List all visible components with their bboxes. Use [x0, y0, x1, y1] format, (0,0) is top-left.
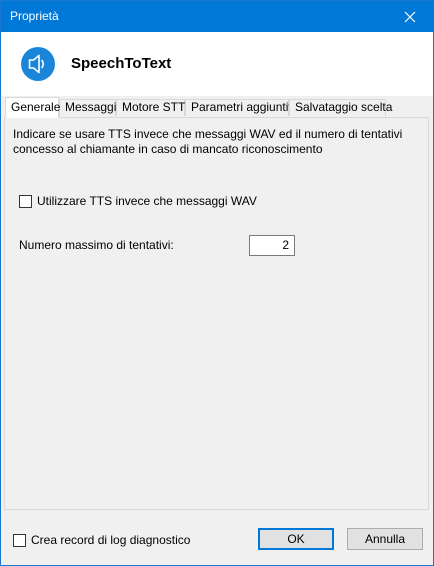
max-attempts-label: Numero massimo di tentativi: — [19, 238, 174, 252]
cancel-button[interactable]: Annulla — [347, 528, 423, 550]
use-tts-label: Utilizzare TTS invece che messaggi WAV — [37, 194, 257, 208]
tab-messaggi[interactable]: Messaggi — [59, 99, 116, 116]
ok-button[interactable]: OK — [258, 528, 334, 550]
description-text: Indicare se usare TTS invece che messagg… — [13, 127, 403, 156]
close-icon — [404, 11, 416, 22]
diagnostic-log-label: Crea record di log diagnostico — [31, 533, 191, 547]
diagnostic-log-checkbox[interactable] — [13, 533, 26, 547]
properties-dialog: Proprietà SpeechToText Generale Messaggi… — [0, 0, 434, 566]
app-name: SpeechToText — [71, 55, 172, 72]
speaker-icon — [21, 47, 55, 81]
max-attempts-input[interactable]: 2 — [249, 235, 295, 256]
diagnostic-log-option[interactable]: Crea record di log diagnostico — [13, 533, 190, 547]
tab-generale[interactable]: Generale — [5, 97, 60, 118]
dialog-header: SpeechToText — [1, 32, 433, 96]
use-tts-checkbox[interactable] — [19, 194, 32, 208]
tab-parametri-aggiuntivi[interactable]: Parametri aggiuntivi — [185, 99, 297, 116]
close-button[interactable] — [387, 1, 433, 32]
title-bar[interactable]: Proprietà — [1, 1, 433, 32]
window-title: Proprietà — [10, 9, 59, 23]
tab-salvataggio-scelta[interactable]: Salvataggio scelta — [289, 99, 392, 116]
use-tts-option[interactable]: Utilizzare TTS invece che messaggi WAV — [19, 194, 257, 208]
tab-motore-stt[interactable]: Motore STT — [116, 99, 185, 116]
tab-panel-generale: Indicare se usare TTS invece che messagg… — [4, 117, 429, 510]
